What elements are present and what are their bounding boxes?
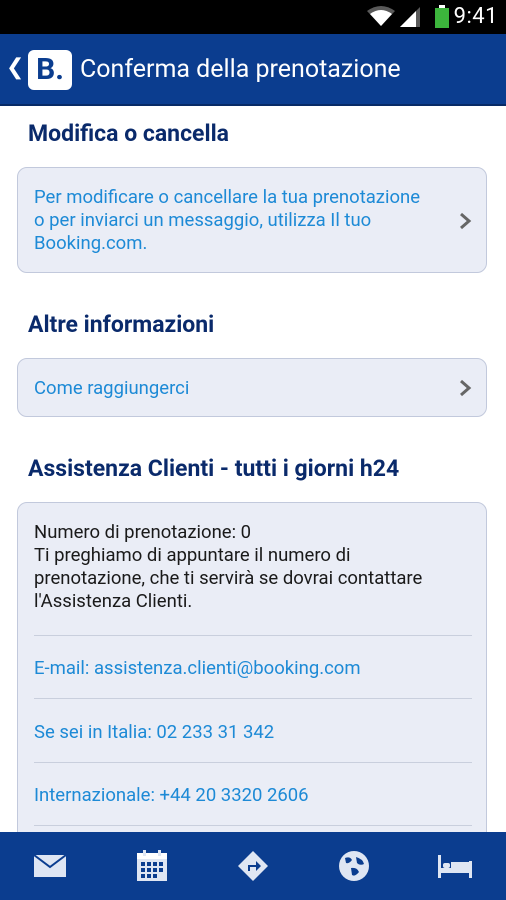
modify-booking-card[interactable]: Per modificare o cancellare la tua preno… [17,167,487,273]
modify-heading: Modifica o cancella [28,120,229,147]
divider [34,825,472,826]
divider [34,698,472,699]
nav-hotel[interactable] [435,846,475,886]
status-bar: 9:41 [0,0,506,34]
divider [34,635,472,636]
other-info-heading: Altre informazioni [28,311,215,338]
mail-icon [33,854,67,877]
email-link[interactable]: E-mail: assistenza.clienti@booking.com [34,657,361,680]
bed-icon [438,855,472,878]
status-time: 9:41 [453,4,498,29]
signal-icon [400,7,420,27]
chevron-right-icon [460,212,472,230]
modify-text-line: o per inviarci un messaggio, utilizza Il… [34,209,372,231]
directions-icon [238,851,268,881]
modify-text-line: Booking.com. [34,232,148,254]
divider [34,762,472,763]
directions-card[interactable]: Come raggiungerci [17,358,487,417]
nav-calendar[interactable] [132,846,172,886]
italy-phone-link[interactable]: Se sei in Italia: 02 233 31 342 [34,721,274,744]
battery-icon [435,5,449,28]
calendar-icon [137,850,167,881]
support-heading: Assistenza Clienti - tutti i giorni h24 [28,455,400,482]
main-content: Modifica o cancella Per modificare o can… [0,106,506,832]
directions-link[interactable]: Come raggiungerci [34,377,189,400]
modify-text-line: Per modificare o cancellare la tua preno… [34,186,421,208]
support-note-line: Ti preghiamo di appuntare il numero di [34,544,351,566]
support-card: Numero di prenotazione: 0 Ti preghiamo d… [17,502,487,832]
nav-globe[interactable] [334,846,374,886]
app-header: ❮ B. Conferma della prenotazione [0,34,506,106]
back-chevron-icon[interactable]: ❮ [6,53,24,83]
globe-icon [339,851,369,881]
page-title: Conferma della prenotazione [80,55,401,84]
nav-directions[interactable] [233,846,273,886]
booking-number: Numero di prenotazione: 0 [34,521,252,543]
wifi-icon [367,6,395,26]
bottom-nav [0,832,506,900]
support-note-line: l'Assistenza Clienti. [34,590,193,612]
nav-mail[interactable] [30,846,70,886]
booking-logo[interactable]: B. [28,50,72,90]
support-note-line: prenotazione, che ti servirà se dovrai c… [34,567,423,589]
intl-phone-link[interactable]: Internazionale: +44 20 3320 2606 [34,784,309,807]
chevron-right-icon [460,379,472,397]
